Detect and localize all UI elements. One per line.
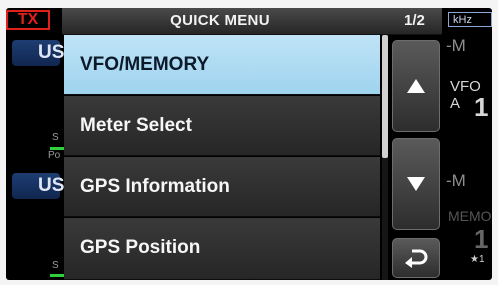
po-meter-label: Po <box>48 150 61 161</box>
mode-indicator-sub[interactable]: US <box>12 173 64 199</box>
return-arrow-icon <box>405 249 428 268</box>
quick-menu: QUICK MENU 1/2 VFO/MEMORY Meter Select G… <box>62 8 442 280</box>
return-button[interactable] <box>392 238 440 278</box>
triangle-down-icon <box>407 177 425 191</box>
menu-scrollbar[interactable] <box>382 35 388 280</box>
scroll-up-button[interactable] <box>392 40 440 132</box>
memory-star: ★1 <box>470 254 485 265</box>
vfo-mode-label: -M <box>446 36 466 55</box>
memory-digit: 1 <box>474 224 489 254</box>
quick-menu-title: QUICK MENU <box>170 12 270 29</box>
frequency-unit-label: kHz <box>448 12 492 27</box>
s-meter-label-sub: S <box>52 260 59 271</box>
menu-item-gps-information[interactable]: GPS Information <box>64 157 380 217</box>
scroll-down-button[interactable] <box>392 138 440 230</box>
memory-mode-label: -M <box>446 171 466 190</box>
s-meter-label-main: S <box>52 132 59 143</box>
menu-item-label: Meter Select <box>80 115 192 136</box>
menu-item-label: VFO/MEMORY <box>80 54 210 75</box>
triangle-up-icon <box>407 79 425 93</box>
tx-indicator: TX <box>6 10 50 30</box>
vfo-frequency-digit: 1 <box>474 92 489 122</box>
scrollbar-thumb[interactable] <box>382 35 388 158</box>
page-indicator: 1/2 <box>404 12 425 29</box>
menu-item-label: GPS Information <box>80 176 230 197</box>
radio-screen: TX US S Po US S kHz -M VFO A 1 -M MEMO 1… <box>6 8 492 280</box>
menu-item-meter-select[interactable]: Meter Select <box>64 96 380 156</box>
mode-indicator-main[interactable]: US <box>12 40 64 66</box>
menu-item-label: GPS Position <box>80 237 201 258</box>
menu-item-vfo-memory[interactable]: VFO/MEMORY <box>64 35 380 95</box>
memo-label: MEMO <box>448 208 492 224</box>
quick-menu-list: VFO/MEMORY Meter Select GPS Information … <box>64 35 380 280</box>
quick-menu-title-bar: QUICK MENU 1/2 <box>62 8 442 35</box>
menu-item-gps-position[interactable]: GPS Position <box>64 218 380 280</box>
